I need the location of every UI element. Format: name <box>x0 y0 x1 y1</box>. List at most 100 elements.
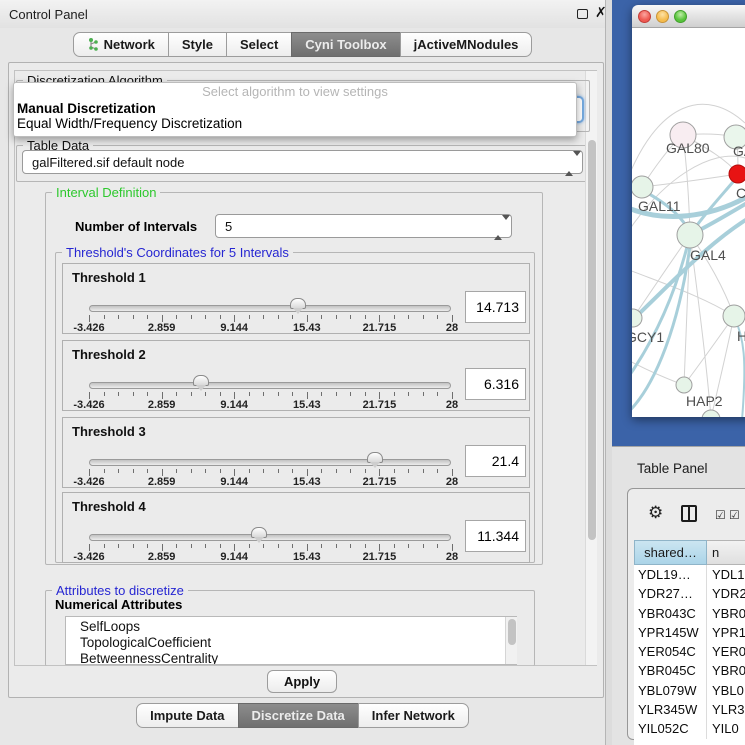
mac-close-button[interactable] <box>638 10 651 23</box>
threshold-value-field[interactable]: 6.316 <box>465 368 526 400</box>
cell-name[interactable]: YDL1 <box>707 565 745 584</box>
table-row[interactable]: YER054CYER0 <box>634 642 745 661</box>
list-item[interactable]: SelfLoops <box>80 619 516 635</box>
tick-mark <box>452 544 453 551</box>
table-row[interactable]: YDR27…YDR2 <box>634 584 745 603</box>
apply-button[interactable]: Apply <box>267 670 337 693</box>
tick-label: 9.144 <box>220 476 248 488</box>
table-row[interactable]: YLR345WYLR3 <box>634 700 745 719</box>
tick-label: 2.859 <box>148 399 176 411</box>
threshold-slider-thumb[interactable] <box>251 527 267 538</box>
cell-name[interactable]: YLR3 <box>707 700 745 719</box>
tab-network[interactable]: Network <box>73 32 169 57</box>
gear-icon[interactable]: ⚙ <box>648 503 663 523</box>
tick-mark <box>205 315 206 319</box>
tick-mark <box>162 469 163 476</box>
threshold-slider-track[interactable] <box>89 305 451 312</box>
table-row[interactable]: YBL079WYBL0 <box>634 681 745 700</box>
network-node-label: GAL4 <box>690 247 726 263</box>
network-node-h[interactable] <box>723 305 745 327</box>
table-row[interactable]: YBR045CYBR0 <box>634 661 745 680</box>
table-row[interactable]: YBR043CYBR0 <box>634 604 745 623</box>
network-node-hap2[interactable] <box>676 377 692 393</box>
network-edge[interactable] <box>642 174 738 187</box>
table-row[interactable]: YPR145WYPR1 <box>634 623 745 642</box>
tab-cyni-toolbox[interactable]: Cyni Toolbox <box>291 32 400 57</box>
checkbox-icon[interactable]: ☑ <box>715 508 726 522</box>
threshold-label: Threshold 4 <box>72 499 146 514</box>
threshold-slider-thumb[interactable] <box>193 375 209 386</box>
stepper-arrows-icon[interactable] <box>565 156 574 171</box>
cell-name[interactable]: YPR1 <box>707 623 745 642</box>
close-icon[interactable]: ✗ <box>595 5 607 21</box>
tick-mark <box>321 392 322 396</box>
cell-name[interactable]: YDR2 <box>707 584 745 603</box>
threshold-value-field[interactable]: 11.344 <box>465 520 526 552</box>
float-window-icon[interactable] <box>577 9 588 19</box>
cell-name[interactable]: YBL0 <box>707 681 745 700</box>
table-data-combobox[interactable]: galFiltered.sif default node <box>22 150 583 174</box>
cell-shared-name[interactable]: YPR145W <box>634 623 707 642</box>
threshold-slider-track[interactable] <box>89 459 451 466</box>
threshold-slider-thumb[interactable] <box>290 298 306 309</box>
tab-impute-data[interactable]: Impute Data <box>136 703 238 728</box>
column-header-shared-name[interactable]: shared… <box>634 540 707 565</box>
table-panel-title: Table Panel <box>637 461 708 476</box>
threshold-label: Threshold 1 <box>72 270 146 285</box>
scrollbar-thumb[interactable] <box>508 619 516 645</box>
checkbox-icon[interactable]: ☑ <box>729 508 740 522</box>
network-node-c[interactable] <box>729 165 745 183</box>
tab-style[interactable]: Style <box>168 32 227 57</box>
cell-name[interactable]: YBR0 <box>707 604 745 623</box>
network-node-gal4[interactable] <box>677 222 703 248</box>
cell-shared-name[interactable]: YER054C <box>634 642 707 661</box>
threshold-slider-thumb[interactable] <box>367 452 383 463</box>
network-edge[interactable] <box>633 235 690 318</box>
mac-zoom-button[interactable] <box>674 10 687 23</box>
tick-label: -3.426 <box>73 551 104 563</box>
table-row[interactable]: YIL052CYIL0 <box>634 719 745 738</box>
threshold-slider-track[interactable] <box>89 534 451 541</box>
algorithm-option-equal-width-frequency-discretization[interactable]: Equal Width/Frequency Discretization <box>14 116 576 131</box>
network-graph[interactable]: GAL80GACGAL11GAL4GCY1HHAP2 <box>632 28 745 417</box>
cell-shared-name[interactable]: YDR27… <box>634 584 707 603</box>
threshold-value-field[interactable]: 14.713 <box>465 291 526 323</box>
number-of-intervals-spinner[interactable]: 5 <box>215 214 512 238</box>
network-canvas[interactable]: GAL80GACGAL11GAL4GCY1HHAP2 <box>632 28 745 417</box>
tick-mark <box>162 392 163 399</box>
cell-name[interactable]: YER0 <box>707 642 745 661</box>
tick-mark <box>365 392 366 396</box>
network-node-gal11[interactable] <box>632 176 653 198</box>
cell-shared-name[interactable]: YLR345W <box>634 700 707 719</box>
node-attribute-table[interactable]: shared… n YDL19…YDL1YDR27…YDR2YBR043CYBR… <box>634 540 745 745</box>
table-row[interactable]: YDL19…YDL1 <box>634 565 745 584</box>
mac-minimize-button[interactable] <box>656 10 669 23</box>
cell-shared-name[interactable]: YBR045C <box>634 661 707 680</box>
cell-shared-name[interactable]: YDL19… <box>634 565 707 584</box>
threshold-value-field[interactable]: 21.4 <box>465 445 526 477</box>
threshold-slider-track[interactable] <box>89 382 451 389</box>
numerical-attributes-list[interactable]: SelfLoopsTopologicalCoefficientBetweenne… <box>65 616 517 665</box>
stepper-arrows-icon[interactable] <box>494 220 503 235</box>
column-header-name[interactable]: n <box>707 540 745 565</box>
network-window-titlebar[interactable] <box>632 5 745 28</box>
cell-name[interactable]: YBR0 <box>707 661 745 680</box>
list-item[interactable]: TopologicalCoefficient <box>80 635 516 651</box>
tab-infer-network[interactable]: Infer Network <box>358 703 469 728</box>
tab-discretize-data[interactable]: Discretize Data <box>238 703 359 728</box>
tab-select[interactable]: Select <box>226 32 292 57</box>
cell-shared-name[interactable]: YIL052C <box>634 719 707 738</box>
network-node[interactable] <box>702 410 720 417</box>
tick-mark <box>350 315 351 319</box>
cell-shared-name[interactable]: YBL079W <box>634 681 707 700</box>
cell-name[interactable]: YIL0 <box>707 719 745 738</box>
split-columns-icon[interactable] <box>681 505 697 522</box>
scrollbar-thumb[interactable] <box>588 140 596 540</box>
attributes-list-scrollbar[interactable] <box>505 617 517 664</box>
algorithm-option-manual-discretization[interactable]: Manual Discretization <box>14 101 576 116</box>
tick-mark <box>437 544 438 548</box>
content-scrollbar[interactable] <box>585 71 597 665</box>
list-item[interactable]: BetweennessCentrality <box>80 651 516 665</box>
tab-jactivemnodules[interactable]: jActiveMNodules <box>400 32 533 57</box>
cell-shared-name[interactable]: YBR043C <box>634 604 707 623</box>
